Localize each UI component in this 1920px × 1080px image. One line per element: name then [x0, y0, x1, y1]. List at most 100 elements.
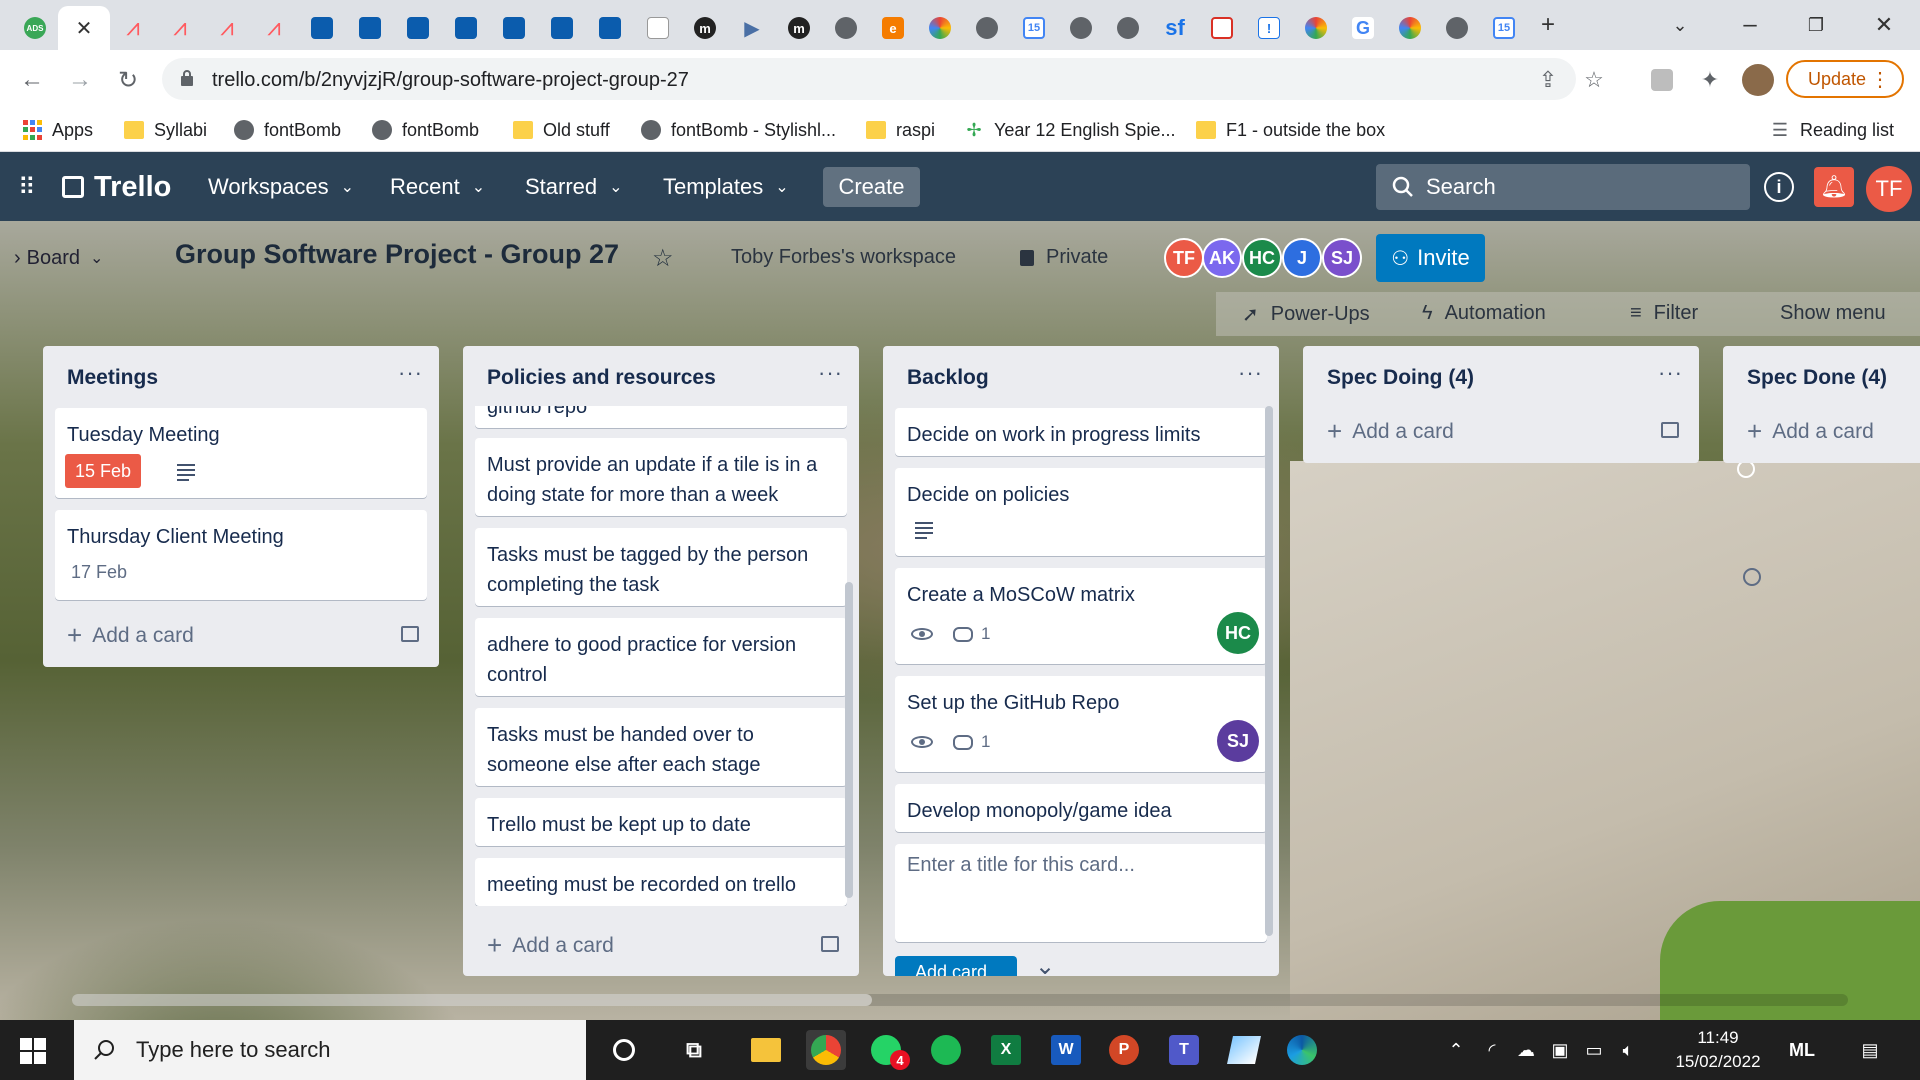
- tab-gmail[interactable]: [1199, 6, 1245, 50]
- taskbar-search[interactable]: Type here to search: [74, 1020, 586, 1080]
- tab-calendar[interactable]: 15: [1481, 6, 1527, 50]
- tab-active-trello[interactable]: ✕: [58, 6, 110, 50]
- tab-university[interactable]: [395, 6, 441, 50]
- battery-icon[interactable]: ▭: [1582, 1038, 1606, 1062]
- add-card-button[interactable]: + Add a card: [1747, 416, 1874, 447]
- card[interactable]: Set up the GitHub Repo 1 SJ: [895, 676, 1267, 772]
- teams-icon[interactable]: T: [1164, 1030, 1204, 1070]
- board-horizontal-scrollbar[interactable]: [72, 994, 1848, 1006]
- board-view-switcher[interactable]: › Board ⌄: [14, 240, 103, 276]
- bookmark-star-icon[interactable]: ☆: [1582, 67, 1606, 92]
- card-template-icon[interactable]: [401, 626, 419, 642]
- filter-button[interactable]: ≡ Filter: [1630, 302, 1698, 325]
- tab-info[interactable]: !: [1246, 6, 1292, 50]
- tab-globe[interactable]: [964, 6, 1010, 50]
- extension-icon[interactable]: [1646, 64, 1678, 96]
- new-tab-button[interactable]: +: [1530, 10, 1566, 40]
- member-avatar[interactable]: J: [1282, 238, 1322, 278]
- tab-google[interactable]: G: [1340, 6, 1386, 50]
- show-menu-button[interactable]: Show menu: [1780, 302, 1886, 325]
- bookmark-f1[interactable]: F1 - outside the box: [1196, 117, 1385, 143]
- nav-starred[interactable]: Starred ⌄: [525, 167, 623, 207]
- list-title[interactable]: Spec Done (4): [1747, 366, 1887, 390]
- bookmark-raspi[interactable]: raspi: [866, 117, 935, 143]
- board-title[interactable]: Group Software Project - Group 27: [175, 239, 619, 270]
- tab-airbnb[interactable]: ⩘: [157, 6, 203, 50]
- workspace-name[interactable]: Toby Forbes's workspace: [731, 246, 956, 269]
- task-view-icon[interactable]: ⧉: [674, 1030, 714, 1070]
- tab-globe[interactable]: [1058, 6, 1104, 50]
- card-template-icon[interactable]: [1661, 422, 1679, 438]
- card[interactable]: Develop monopoly/game idea: [895, 784, 1267, 832]
- member-avatar[interactable]: TF: [1164, 238, 1204, 278]
- tab-airbnb[interactable]: ⩘: [110, 6, 156, 50]
- new-card-title-input[interactable]: [907, 854, 1255, 934]
- add-card-submit-button[interactable]: Add card: [895, 956, 1017, 976]
- card[interactable]: Decide on work in progress limits: [895, 408, 1267, 456]
- forward-button[interactable]: →: [64, 64, 96, 96]
- create-button[interactable]: Create: [823, 167, 920, 207]
- cortana-icon[interactable]: [604, 1030, 644, 1070]
- user-avatar[interactable]: TF: [1866, 166, 1912, 212]
- network-icon[interactable]: ◜: [1480, 1038, 1504, 1062]
- card[interactable]: github repo: [475, 406, 847, 428]
- tab-airbnb[interactable]: ⩘: [204, 6, 250, 50]
- list-menu-icon[interactable]: ···: [398, 360, 423, 386]
- excel-icon[interactable]: X: [986, 1030, 1026, 1070]
- add-card-button[interactable]: + Add a card: [487, 930, 614, 961]
- list-title[interactable]: Policies and resources: [487, 366, 716, 390]
- tab-color-wheel[interactable]: [917, 6, 963, 50]
- tab-search-chevron-icon[interactable]: ⌄: [1662, 10, 1698, 40]
- star-icon[interactable]: ☆: [652, 244, 674, 273]
- window-close-button[interactable]: ✕: [1866, 10, 1902, 40]
- nav-recent[interactable]: Recent ⌄: [390, 167, 485, 207]
- automation-button[interactable]: ϟ Automation: [1422, 302, 1546, 325]
- card[interactable]: Must provide an update if a tile is in a…: [475, 438, 847, 516]
- invite-button[interactable]: ⚇ Invite: [1376, 234, 1485, 282]
- card-template-icon[interactable]: [821, 936, 839, 952]
- card-member-avatar[interactable]: SJ: [1217, 720, 1259, 762]
- card[interactable]: Tasks must be handed over to someone els…: [475, 708, 847, 786]
- tab-document[interactable]: [635, 6, 681, 50]
- tab-e[interactable]: e: [870, 6, 916, 50]
- tab-globe[interactable]: [823, 6, 869, 50]
- tab-sf[interactable]: sf: [1152, 6, 1198, 50]
- list-scrollbar[interactable]: [845, 582, 853, 898]
- tab-play[interactable]: ▶: [729, 6, 775, 50]
- notes-app-icon[interactable]: [1224, 1030, 1264, 1070]
- whatsapp-icon[interactable]: 4: [866, 1030, 910, 1070]
- minimize-button[interactable]: –: [1732, 10, 1768, 40]
- trello-logo[interactable]: Trello: [62, 167, 171, 207]
- tab-ads[interactable]: ADS: [12, 6, 58, 50]
- add-card-button[interactable]: + Add a card: [1327, 416, 1454, 447]
- card[interactable]: Tasks must be tagged by the person compl…: [475, 528, 847, 606]
- bookmark-old-stuff[interactable]: Old stuff: [513, 117, 610, 143]
- power-ups-button[interactable]: ➚ Power-Ups: [1242, 302, 1370, 327]
- nav-workspaces[interactable]: Workspaces ⌄: [208, 167, 354, 207]
- powerpoint-icon[interactable]: P: [1104, 1030, 1144, 1070]
- member-avatar[interactable]: HC: [1242, 238, 1282, 278]
- url-text[interactable]: trello.com/b/2nyvjzjR/group-software-pro…: [212, 69, 689, 92]
- list-menu-icon[interactable]: ···: [1238, 360, 1263, 386]
- tab-university[interactable]: [347, 6, 393, 50]
- due-date-badge[interactable]: 15 Feb: [65, 454, 1755, 488]
- scrollbar-thumb[interactable]: [72, 994, 872, 1006]
- word-icon[interactable]: W: [1046, 1030, 1086, 1070]
- list-menu-icon[interactable]: ···: [1658, 360, 1683, 386]
- app-switcher-icon[interactable]: ⠿: [18, 167, 36, 207]
- tab-university[interactable]: [491, 6, 537, 50]
- card[interactable]: Decide on policies: [895, 468, 1267, 556]
- reading-list[interactable]: ☰ Reading list: [1770, 117, 1894, 143]
- tab-color-wheel[interactable]: [1293, 6, 1339, 50]
- visibility-button[interactable]: Private: [1020, 246, 1108, 269]
- list-title[interactable]: Backlog: [907, 366, 989, 390]
- update-button[interactable]: Update ⋮: [1786, 60, 1904, 98]
- bookmark-fontbomb[interactable]: fontBomb: [372, 117, 479, 143]
- extensions-puzzle-icon[interactable]: ✦: [1694, 64, 1726, 96]
- tab-university[interactable]: [539, 6, 585, 50]
- address-bar[interactable]: trello.com/b/2nyvjzjR/group-software-pro…: [162, 58, 1604, 100]
- card[interactable]: Tuesday Meeting 15 Feb: [55, 408, 1755, 498]
- card[interactable]: Trello must be kept up to date: [475, 798, 847, 846]
- file-explorer-icon[interactable]: [746, 1030, 786, 1070]
- bookmark-year12-english[interactable]: ✢ Year 12 English Spie...: [964, 117, 1175, 143]
